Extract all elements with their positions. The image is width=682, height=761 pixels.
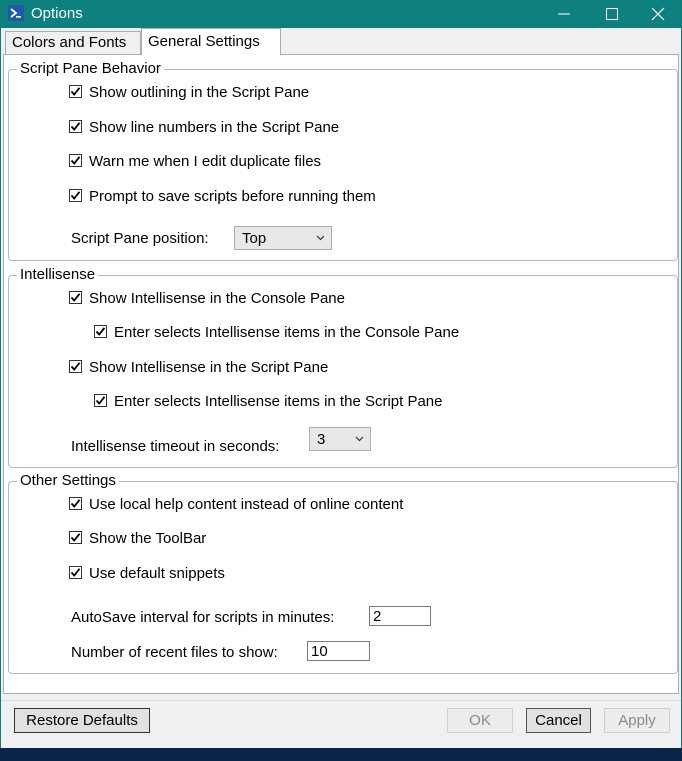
checkbox[interactable] [94, 325, 107, 338]
checkmark-icon [95, 396, 106, 405]
checkbox-label: Warn me when I edit duplicate files [89, 153, 322, 170]
autosave-interval-input[interactable]: 2 [369, 606, 431, 626]
checkbox[interactable] [69, 154, 82, 167]
close-icon [651, 7, 665, 21]
checkbox-label: Enter selects Intellisense items in the … [114, 324, 460, 341]
close-button[interactable] [635, 0, 681, 28]
title-bar[interactable]: Options [1, 0, 681, 28]
group-title: Intellisense [17, 266, 99, 283]
checkmark-icon [70, 362, 81, 371]
window-title: Options [31, 5, 83, 22]
checkbox-label: Show the ToolBar [89, 530, 207, 547]
tab-colors-and-fonts[interactable]: Colors and Fonts [5, 31, 141, 54]
checkmark-icon [70, 122, 81, 131]
checkbox-label: Show Intellisense in the Script Pane [89, 359, 329, 376]
restore-defaults-button[interactable]: Restore Defaults [14, 708, 150, 733]
checkbox-label: Show outlining in the Script Pane [89, 84, 310, 101]
dropdown-value: 3 [317, 431, 326, 448]
checkbox[interactable] [69, 120, 82, 133]
footer-separator [1, 700, 681, 701]
dropdown-value: Top [242, 230, 267, 247]
checkmark-icon [70, 568, 81, 577]
chevron-down-icon [316, 235, 325, 241]
group-title: Script Pane Behavior [17, 60, 164, 77]
options-window: Options Colors and Fonts General Setting… [0, 0, 682, 748]
checkmark-icon [70, 499, 81, 508]
autosave-interval-label: AutoSave interval for scripts in minutes… [71, 609, 335, 626]
checkbox[interactable] [94, 394, 107, 407]
checkbox[interactable] [69, 85, 82, 98]
recent-files-input[interactable]: 10 [307, 641, 370, 661]
checkbox-label: Prompt to save scripts before running th… [89, 188, 376, 205]
powershell-ise-icon [8, 5, 24, 21]
checkmark-icon [95, 327, 106, 336]
checkbox-label: Use default snippets [89, 565, 225, 582]
intellisense-timeout-label: Intellisense timeout in seconds: [71, 438, 280, 455]
maximize-button[interactable] [589, 0, 635, 28]
checkbox-label: Enter selects Intellisense items in the … [114, 393, 443, 410]
minimize-button[interactable] [541, 0, 587, 28]
checkbox[interactable] [69, 497, 82, 510]
chevron-down-icon [355, 436, 364, 442]
checkbox[interactable] [69, 360, 82, 373]
cancel-button[interactable]: Cancel [526, 708, 591, 733]
checkbox-label: Use local help content instead of online… [89, 496, 404, 513]
checkmark-icon [70, 87, 81, 96]
minimize-icon [558, 13, 570, 15]
checkbox[interactable] [69, 531, 82, 544]
checkbox-label: Show line numbers in the Script Pane [89, 119, 340, 136]
tab-general-settings[interactable]: General Settings [141, 28, 281, 55]
ok-button[interactable]: OK [447, 708, 513, 733]
apply-button[interactable]: Apply [604, 708, 670, 733]
checkmark-icon [70, 533, 81, 542]
script-pane-position-label: Script Pane position: [71, 230, 209, 247]
checkbox[interactable] [69, 566, 82, 579]
checkmark-icon [70, 156, 81, 165]
group-title: Other Settings [17, 472, 119, 489]
intellisense-group: Intellisense Show Intellisense in the Co… [8, 266, 678, 468]
script-pane-position-dropdown[interactable]: Top [234, 226, 332, 250]
other-settings-group: Other Settings Use local help content in… [8, 472, 678, 674]
recent-files-label: Number of recent files to show: [71, 644, 278, 661]
maximize-icon [606, 8, 618, 20]
checkmark-icon [70, 293, 81, 302]
intellisense-timeout-dropdown[interactable]: 3 [309, 427, 371, 451]
checkbox[interactable] [69, 189, 82, 202]
general-settings-panel: Script Pane Behavior Show outlining in t… [3, 54, 679, 694]
checkmark-icon [70, 191, 81, 200]
checkbox-label: Show Intellisense in the Console Pane [89, 290, 345, 307]
script-pane-group: Script Pane Behavior Show outlining in t… [8, 60, 678, 261]
checkbox[interactable] [69, 291, 82, 304]
